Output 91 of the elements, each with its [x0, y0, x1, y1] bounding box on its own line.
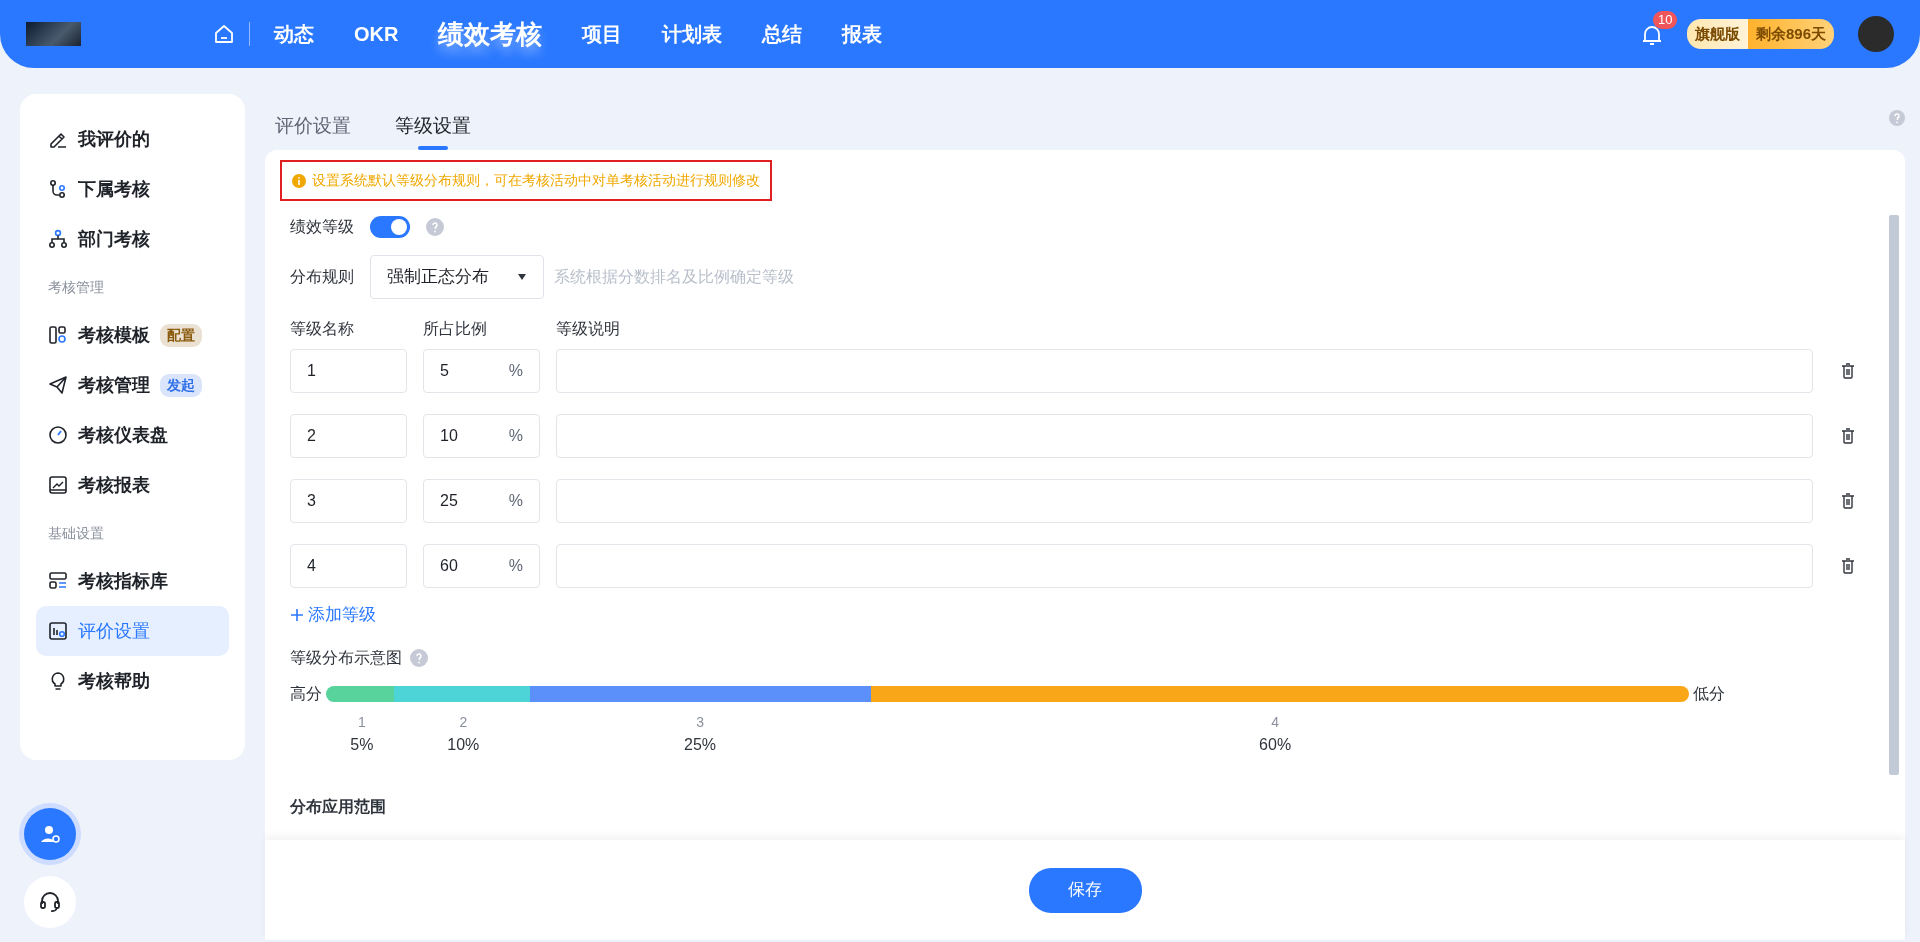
field-label: 绩效等级 [290, 217, 354, 237]
branch-icon [48, 179, 68, 199]
sidebar-item[interactable]: 考核管理 发起 [36, 360, 229, 410]
rule-dropdown[interactable]: 强制正态分布 [370, 255, 544, 299]
trash-icon[interactable] [1841, 363, 1855, 379]
ratio-field[interactable]: 60 % [423, 544, 540, 588]
grade-label: 4 [1271, 712, 1279, 732]
caret-icon [517, 273, 527, 281]
trash-icon[interactable] [1841, 493, 1855, 509]
trash-icon[interactable] [1841, 428, 1855, 444]
section-heading: 基础设置 [47, 523, 105, 543]
axis-label: 高分 [290, 683, 322, 704]
ratio-field[interactable]: 25 % [423, 479, 540, 523]
sidebar-item[interactable]: 部门考核 [36, 214, 229, 264]
unit-label: % [508, 426, 523, 446]
avatar[interactable] [1858, 16, 1894, 52]
org-chart-icon [48, 229, 68, 249]
grade-name-field[interactable]: 2 [290, 414, 407, 458]
sidebar-item[interactable]: 考核模板 配置 [36, 310, 229, 360]
column-header: 等级说明 [556, 319, 620, 339]
headset-icon [38, 890, 62, 914]
scrollbar[interactable] [1889, 215, 1899, 775]
ratio-field[interactable]: 5 % [423, 349, 540, 393]
grade-name-field[interactable]: 4 [290, 544, 407, 588]
axis-label: 低分 [1693, 683, 1725, 704]
chart-title: 等级分布示意图 [290, 647, 402, 668]
description-field[interactable] [556, 349, 1813, 393]
support-button[interactable] [24, 876, 76, 928]
grade-label: 2 [459, 712, 468, 732]
hint-text: 系统根据分数排名及比例确定等级 [554, 267, 794, 287]
chart-icon [48, 475, 68, 495]
toggle-switch[interactable] [370, 216, 410, 238]
description-field[interactable] [556, 544, 1813, 588]
ratio-value: 60 [440, 556, 458, 576]
sidebar-item[interactable]: 下属考核 [36, 164, 229, 214]
nav-tab[interactable]: 报表 [822, 19, 903, 49]
sidebar-item[interactable]: 考核仪表盘 [36, 410, 229, 460]
notification-count: 10 [1652, 11, 1678, 30]
nav-tab[interactable]: 动态 [254, 19, 334, 49]
field-label: 分布规则 [290, 267, 354, 287]
paper-plane-icon [48, 375, 68, 395]
nav-tab[interactable]: 项目 [562, 19, 643, 49]
sidebar-item[interactable]: 评价设置 [36, 606, 229, 656]
percent-label: 25% [684, 734, 717, 755]
add-grade-link[interactable]: 添加等级 [290, 602, 376, 628]
grade-name-field[interactable]: 3 [290, 479, 407, 523]
percent-label: 60% [1259, 734, 1292, 755]
nav-tab[interactable]: 绩效考核 [418, 14, 563, 54]
sidebar-item[interactable]: 考核指标库 [36, 556, 229, 606]
grade-label: 3 [696, 712, 704, 732]
percent-label: 5% [350, 734, 374, 755]
remaining-days: 剩余896天 [1747, 19, 1834, 49]
nav-tab[interactable]: 总结 [742, 19, 823, 49]
tab[interactable]: 评价设置 [275, 111, 351, 150]
logo-image [26, 22, 81, 46]
home-icon[interactable] [213, 23, 235, 45]
sidebar-item[interactable]: 考核报表 [36, 460, 229, 510]
notice-text: 设置系统默认等级分布规则，可在考核活动中对单考核活动进行规则修改 [312, 171, 760, 190]
sidebar-item[interactable]: 我评价的 [36, 114, 229, 164]
nav-tab[interactable]: 计划表 [642, 19, 743, 49]
report-icon [48, 621, 68, 641]
ratio-value: 5 [440, 361, 449, 381]
list-icon [48, 571, 68, 591]
unit-label: % [508, 556, 523, 576]
info-icon [292, 173, 306, 188]
unit-label: % [508, 491, 523, 511]
tag-label: 发起 [160, 373, 202, 397]
tag-label: 配置 [160, 323, 202, 347]
description-field[interactable] [556, 414, 1813, 458]
ratio-field[interactable]: 10 % [423, 414, 540, 458]
trash-icon[interactable] [1841, 558, 1855, 574]
section-heading: 分布应用范围 [290, 796, 387, 817]
save-button[interactable]: 保存 [1028, 867, 1142, 913]
tab[interactable]: 等级设置 [395, 111, 471, 150]
unit-label: % [508, 361, 523, 381]
edition-label: 旗舰版 [1686, 19, 1748, 49]
percent-label: 10% [447, 734, 480, 755]
section-heading: 考核管理 [47, 277, 105, 297]
column-header: 所占比例 [423, 319, 488, 339]
column-header: 等级名称 [290, 319, 355, 339]
template-icon [48, 325, 68, 345]
grade-name-field[interactable]: 1 [290, 349, 407, 393]
sidebar-item[interactable]: 考核帮助 [36, 656, 229, 706]
ratio-value: 25 [440, 491, 458, 511]
ratio-value: 10 [440, 426, 458, 446]
plus-icon [290, 607, 304, 622]
grade-label: 1 [357, 712, 366, 732]
nav-tab[interactable]: OKR [334, 19, 419, 49]
gauge-icon [48, 425, 68, 445]
description-field[interactable] [556, 479, 1813, 523]
lightbulb-icon [48, 671, 68, 691]
